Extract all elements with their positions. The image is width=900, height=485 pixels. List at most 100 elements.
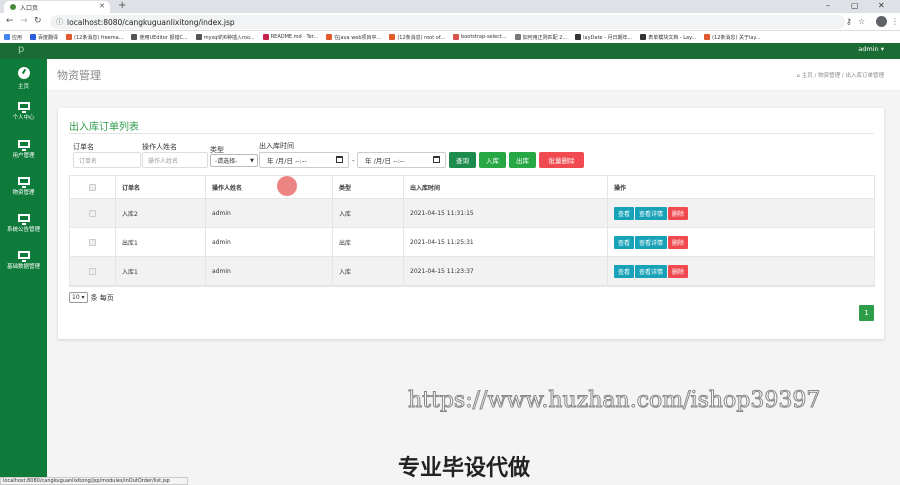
sidebar-item-profile[interactable]: 个人中心 — [0, 102, 47, 121]
app-topbar: p admin ▾ — [0, 43, 900, 59]
breadcrumb-home[interactable]: 主页 — [802, 73, 813, 79]
browser-tab-bar: 入口页 ✕ + – ▢ ✕ — [0, 0, 900, 13]
row-checkbox[interactable] — [89, 209, 96, 217]
minimize-icon[interactable]: – — [826, 1, 830, 10]
key-icon[interactable]: ⚷ — [846, 17, 852, 26]
bookmark-item[interactable]: mysql的6种插入roo... — [192, 34, 259, 41]
bookmark-item[interactable]: 在java web项目中... — [322, 34, 385, 41]
bookmark-item[interactable]: (12条消息) freema... — [62, 34, 127, 41]
operator-label: 操作人姓名 — [142, 143, 177, 151]
row-checkbox-cell[interactable] — [70, 199, 116, 227]
bookmark-item[interactable]: layDate - 月日期年... — [571, 34, 636, 41]
bookmark-icon — [195, 34, 202, 40]
delete-button[interactable]: 删除 — [668, 206, 689, 220]
sidebar-item-users[interactable]: 用户管理 — [0, 140, 47, 159]
sidebar-item-materials[interactable]: 物资管理 — [0, 177, 47, 196]
monitor-icon — [17, 177, 30, 188]
delete-button[interactable]: 删除 — [668, 264, 689, 278]
col-header-type[interactable]: 类型 — [333, 176, 404, 198]
row-checkbox-cell[interactable] — [70, 257, 116, 285]
row-checkbox[interactable] — [89, 267, 96, 275]
home-icon: ⌂ — [796, 73, 800, 79]
watermark: https://www.huzhan.com/ishop39397 — [407, 388, 821, 414]
orders-table: 订单名 操作人姓名 类型 出入库时间 操作 入库2 admin 入库 2021-04-… — [69, 175, 875, 287]
chevron-down-icon: ▼ — [250, 157, 254, 164]
select-all-checkbox[interactable] — [70, 176, 116, 198]
sidebar-item-notices[interactable]: 系统公告管理 — [0, 214, 47, 233]
batch-delete-button[interactable]: 批量删除 — [539, 152, 584, 168]
close-window-icon[interactable]: ✕ — [878, 1, 885, 10]
end-date-input[interactable]: 年 /月/日 --:-- — [357, 152, 446, 168]
page-size-select[interactable]: 10 ▾ — [69, 292, 88, 303]
view-detail-button[interactable]: 查看详情 — [635, 264, 668, 278]
col-header-operator[interactable]: 操作人姓名 — [206, 176, 333, 198]
bookmark-item[interactable]: 表单模块文档 - Lay... — [636, 34, 700, 41]
close-tab-icon[interactable]: ✕ — [99, 2, 105, 10]
bookmark-icon — [704, 34, 711, 40]
sidebar: 主页 个人中心 用户管理 物资管理 系统公告管理 基础数据管理 — [0, 59, 47, 485]
url-field[interactable]: ⓘ localhost:8080/cangkuguanlixitong/inde… — [50, 15, 845, 29]
table-header-row: 订单名 操作人姓名 类型 出入库时间 操作 — [70, 176, 874, 199]
calendar-icon[interactable] — [336, 156, 343, 163]
bookmark-icon — [640, 34, 647, 40]
cell-type: 出库 — [333, 228, 404, 256]
inbound-button[interactable]: 入库 — [479, 152, 506, 168]
view-detail-button[interactable]: 查看详情 — [635, 206, 668, 220]
browser-tab[interactable]: 入口页 ✕ — [4, 1, 110, 13]
reload-icon[interactable]: ↻ — [34, 16, 42, 26]
bookmark-label: 应用 — [12, 34, 23, 41]
new-tab-icon[interactable]: + — [118, 0, 126, 11]
sidebar-item-home[interactable]: 主页 — [0, 67, 47, 90]
row-checkbox-cell[interactable] — [70, 228, 116, 256]
order-name-input[interactable]: 订单名 — [73, 152, 141, 168]
bookmark-item[interactable]: bootstrap-select... — [449, 34, 511, 40]
maximize-icon[interactable]: ▢ — [851, 1, 859, 10]
view-button[interactable]: 查看 — [614, 235, 635, 249]
bookmark-item[interactable]: README.md · Ter... — [259, 34, 322, 40]
bookmark-label: 百度翻译 — [38, 34, 59, 41]
bookmark-item[interactable]: (12条消息) 关于lay... — [700, 34, 764, 41]
sidebar-item-label: 用户管理 — [12, 153, 35, 159]
divider — [69, 133, 874, 134]
back-icon[interactable]: ← — [6, 16, 14, 26]
view-detail-button[interactable]: 查看详情 — [635, 235, 668, 249]
checkbox[interactable] — [89, 183, 96, 191]
calendar-icon[interactable] — [433, 156, 440, 163]
bookmark-item[interactable]: 百度翻译 — [26, 34, 62, 41]
end-date-value: 年 /月/日 --:-- — [365, 157, 405, 165]
bookmark-label: (12条消息) 关于lay... — [712, 34, 761, 41]
start-date-value: 年 /月/日 --:-- — [267, 157, 307, 165]
menu-icon[interactable]: ⋮ — [891, 17, 899, 26]
monitor-icon — [17, 140, 30, 151]
user-menu[interactable]: admin ▾ — [858, 45, 884, 53]
page-1-button[interactable]: 1 — [859, 305, 874, 321]
view-button[interactable]: 查看 — [614, 264, 635, 278]
bookmark-label: mysql的6种插入roo... — [203, 34, 255, 41]
query-button[interactable]: 查询 — [449, 152, 476, 168]
outbound-button[interactable]: 出库 — [509, 152, 536, 168]
bookmark-item[interactable]: (12条消息) root of... — [385, 34, 449, 41]
bookmark-item[interactable]: 如何用正则匹配 2... — [511, 34, 572, 41]
operator-input[interactable]: 操作人姓名 — [142, 152, 208, 168]
col-header-order[interactable]: 订单名 — [116, 176, 206, 198]
star-icon[interactable]: ☆ — [858, 17, 865, 26]
col-header-time[interactable]: 出入库时间 — [404, 176, 608, 198]
view-button[interactable]: 查看 — [614, 206, 635, 220]
start-date-input[interactable]: 年 /月/日 --:-- — [259, 152, 349, 168]
profile-avatar[interactable] — [876, 16, 887, 27]
bookmark-icon — [453, 34, 460, 40]
url-text: localhost:8080/cangkuguanlixitong/index.… — [67, 17, 235, 27]
bookmark-icon — [262, 34, 269, 40]
bookmark-item[interactable]: 应用 — [0, 34, 26, 41]
bookmark-icon — [514, 34, 521, 40]
bookmark-icon — [131, 34, 138, 40]
delete-button[interactable]: 删除 — [668, 235, 689, 249]
click-indicator — [277, 176, 297, 196]
type-select[interactable]: -请选择- ▼ — [210, 154, 258, 167]
forward-icon[interactable]: → — [20, 16, 28, 26]
info-icon[interactable]: ⓘ — [56, 17, 63, 27]
bookmark-item[interactable]: 使用UEditor 报错C... — [127, 34, 191, 41]
row-checkbox[interactable] — [89, 238, 96, 246]
sidebar-item-basedata[interactable]: 基础数据管理 — [0, 251, 47, 270]
breadcrumb-materials[interactable]: 物资管理 — [818, 73, 840, 79]
